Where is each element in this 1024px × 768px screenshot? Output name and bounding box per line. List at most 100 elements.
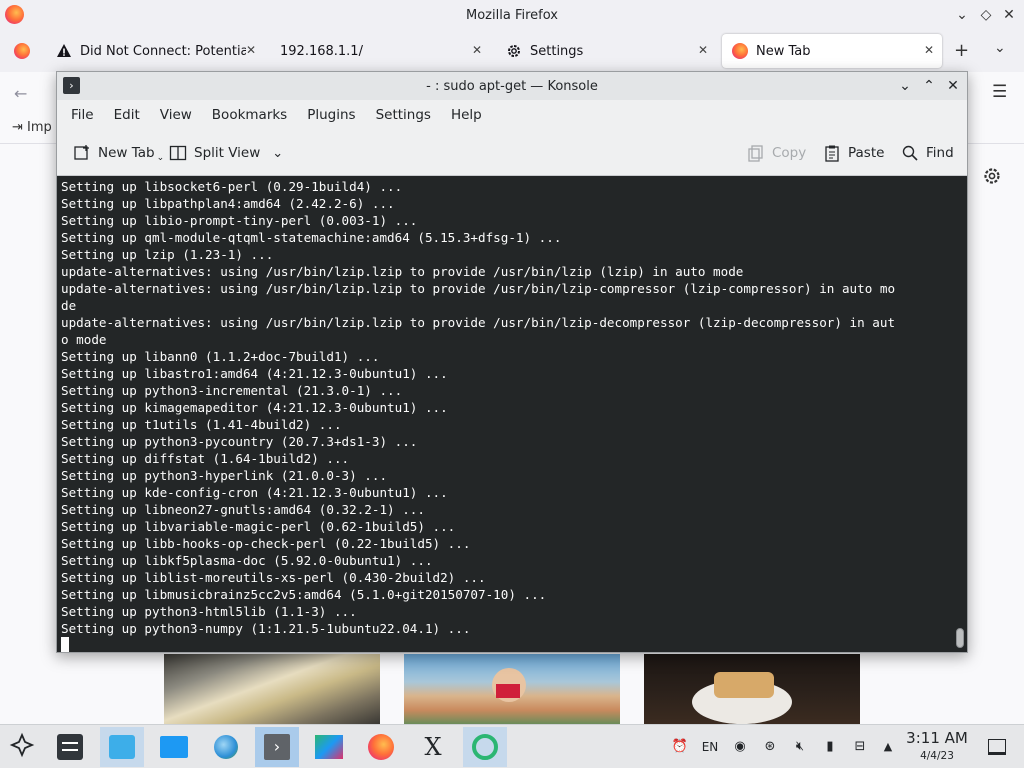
import-bookmarks-button[interactable]: ⇥ Imp <box>12 120 52 135</box>
terminal-line: Setting up libb-hooks-op-check-perl (0.2… <box>61 536 471 551</box>
split-view-icon <box>169 144 187 162</box>
paste-label: Paste <box>848 145 885 161</box>
tab-close-icon[interactable]: ✕ <box>472 43 482 57</box>
menu-file[interactable]: File <box>61 107 104 123</box>
taskbar-system-settings[interactable] <box>48 727 92 767</box>
copy-icon <box>747 144 765 162</box>
ring-icon <box>472 734 498 760</box>
terminal-cursor <box>61 637 69 652</box>
show-desktop-icon[interactable] <box>988 739 1006 755</box>
taskbar-firefox[interactable] <box>359 727 403 767</box>
terminal-line: Setting up qml-module-qtqml-statemachine… <box>61 230 562 245</box>
new-tab-dropdown-icon[interactable]: ⌄ <box>157 153 165 163</box>
maximize-icon[interactable]: ◇ <box>976 5 996 25</box>
terminal-line: Setting up kimagemapeditor (4:21.12.3-0u… <box>61 400 448 415</box>
copy-label: Copy <box>772 145 807 161</box>
terminal-line: Setting up liblist-moreutils-xs-perl (0.… <box>61 570 486 585</box>
new-tab-plus-icon[interactable]: + <box>954 40 969 61</box>
konsole-titlebar[interactable]: › - : sudo apt-get — Konsole ⌄ ⌃ ✕ <box>57 72 967 100</box>
story-thumbnail-food[interactable] <box>164 654 380 724</box>
network-icon[interactable]: ⊟ <box>850 737 870 757</box>
firefox-logo-icon <box>5 5 24 24</box>
tab-label: New Tab <box>756 43 811 59</box>
menu-bookmarks[interactable]: Bookmarks <box>202 107 297 123</box>
tab-close-icon[interactable]: ✕ <box>246 43 256 57</box>
split-view-chevron-icon[interactable]: ⌄ <box>272 146 283 161</box>
volume-muted-icon[interactable]: 🔇︎ <box>790 737 810 757</box>
taskbar-file-manager[interactable] <box>152 727 196 767</box>
menu-edit[interactable]: Edit <box>104 107 150 123</box>
story-thumbnail-person[interactable] <box>404 654 620 724</box>
tab-label: Settings <box>530 43 584 59</box>
konsole-window-title: - : sudo apt-get — Konsole <box>426 78 598 94</box>
taskbar-system-monitor[interactable] <box>463 727 507 767</box>
keyboard-layout-indicator[interactable]: EN <box>698 737 722 757</box>
close-icon[interactable]: ✕ <box>943 76 963 96</box>
tab-close-icon[interactable]: ✕ <box>698 43 708 57</box>
back-arrow-icon[interactable]: ← <box>14 84 27 103</box>
copy-button[interactable]: Copy <box>747 142 806 164</box>
split-view-label: Split View <box>194 145 261 161</box>
taskbar-xorg-app[interactable]: X <box>411 727 455 767</box>
firefox-icon <box>368 734 394 760</box>
terminal-line: Setting up python3-numpy (1:1.21.5-1ubun… <box>61 621 471 636</box>
new-tab-button[interactable]: New Tab ⌄ <box>73 142 164 164</box>
taskbar-image-editor[interactable] <box>307 727 351 767</box>
find-label: Find <box>926 145 954 161</box>
terminal-line: Setting up python3-hyperlink (21.0.0-3) … <box>61 468 388 483</box>
minimize-icon[interactable]: ⌄ <box>952 5 972 25</box>
terminal-line: o mode <box>61 332 107 347</box>
import-icon: ⇥ <box>12 120 23 135</box>
tab-close-icon[interactable]: ✕ <box>924 43 934 57</box>
taskbar-browser-globe[interactable] <box>204 727 248 767</box>
terminal-line: de <box>61 298 77 313</box>
tab-router[interactable]: 192.168.1.1/ ✕ <box>270 34 490 68</box>
newtab-settings-gear-icon[interactable] <box>982 166 1002 186</box>
notifications-bell-icon[interactable]: ⏰ <box>670 737 690 757</box>
split-view-button[interactable]: Split View ⌄ <box>169 142 283 164</box>
hamburger-menu-icon[interactable]: ☰ <box>992 82 1007 102</box>
store-bag-icon <box>109 735 135 759</box>
firefox-icon <box>732 43 748 59</box>
x-icon: X <box>424 733 442 761</box>
terminal-line: Setting up lzip (1.23-1) ... <box>61 247 274 262</box>
konsole-toolbar: New Tab ⌄ Split View ⌄ Copy Paste Find <box>57 130 967 176</box>
minimize-icon[interactable]: ⌄ <box>895 76 915 96</box>
battery-icon[interactable]: ▮ <box>820 737 840 757</box>
tab-label: 192.168.1.1/ <box>280 43 363 59</box>
menu-settings[interactable]: Settings <box>366 107 441 123</box>
clock-time[interactable]: 3:11 AM <box>900 729 974 747</box>
warning-icon <box>56 43 72 59</box>
firefox-titlebar: Mozilla Firefox ⌄ ◇ ✕ <box>0 0 1024 30</box>
taskbar-konsole[interactable]: › <box>255 727 299 767</box>
firefox-view-button[interactable] <box>4 34 40 68</box>
terminal-line: Setting up libastro1:amd64 (4:21.12.3-0u… <box>61 366 448 381</box>
taskbar-discover[interactable] <box>100 727 144 767</box>
list-tabs-chevron-icon[interactable]: ⌄ <box>994 40 1006 56</box>
terminal-line: Setting up libmusicbrainz5cc2v5:amd64 (5… <box>61 587 547 602</box>
terminal-scrollbar[interactable] <box>956 628 964 648</box>
find-button[interactable]: Find <box>901 142 954 164</box>
terminal-line: Setting up libpathplan4:amd64 (2.42.2-6)… <box>61 196 395 211</box>
terminal-line: Setting up libvariable-magic-perl (0.62-… <box>61 519 456 534</box>
konsole-app-icon: › <box>63 77 80 94</box>
close-icon[interactable]: ✕ <box>999 5 1019 25</box>
tab-settings[interactable]: Settings ✕ <box>496 34 716 68</box>
globe-icon <box>214 735 238 759</box>
story-thumbnail-sandwich[interactable] <box>644 654 860 724</box>
terminal-output[interactable]: Setting up libsocket6-perl (0.29-1build4… <box>57 176 967 652</box>
paste-button[interactable]: Paste <box>823 142 884 164</box>
update-icon[interactable]: ⊛ <box>760 737 780 757</box>
maximize-icon[interactable]: ⌃ <box>919 76 939 96</box>
menu-help[interactable]: Help <box>441 107 492 123</box>
clock-date[interactable]: 4/4/23 <box>900 750 974 762</box>
application-launcher[interactable] <box>0 727 44 767</box>
visibility-icon[interactable]: ◉ <box>730 737 750 757</box>
menu-plugins[interactable]: Plugins <box>297 107 365 123</box>
tray-expand-arrow-icon[interactable]: ▲ <box>878 737 898 757</box>
terminal-line: update-alternatives: using /usr/bin/lzip… <box>61 315 896 330</box>
tab-new-tab[interactable]: New Tab ✕ <box>722 34 942 68</box>
menu-view[interactable]: View <box>150 107 202 123</box>
tab-did-not-connect[interactable]: Did Not Connect: Potential ✕ <box>46 34 264 68</box>
import-bookmarks-label: Imp <box>27 120 52 135</box>
